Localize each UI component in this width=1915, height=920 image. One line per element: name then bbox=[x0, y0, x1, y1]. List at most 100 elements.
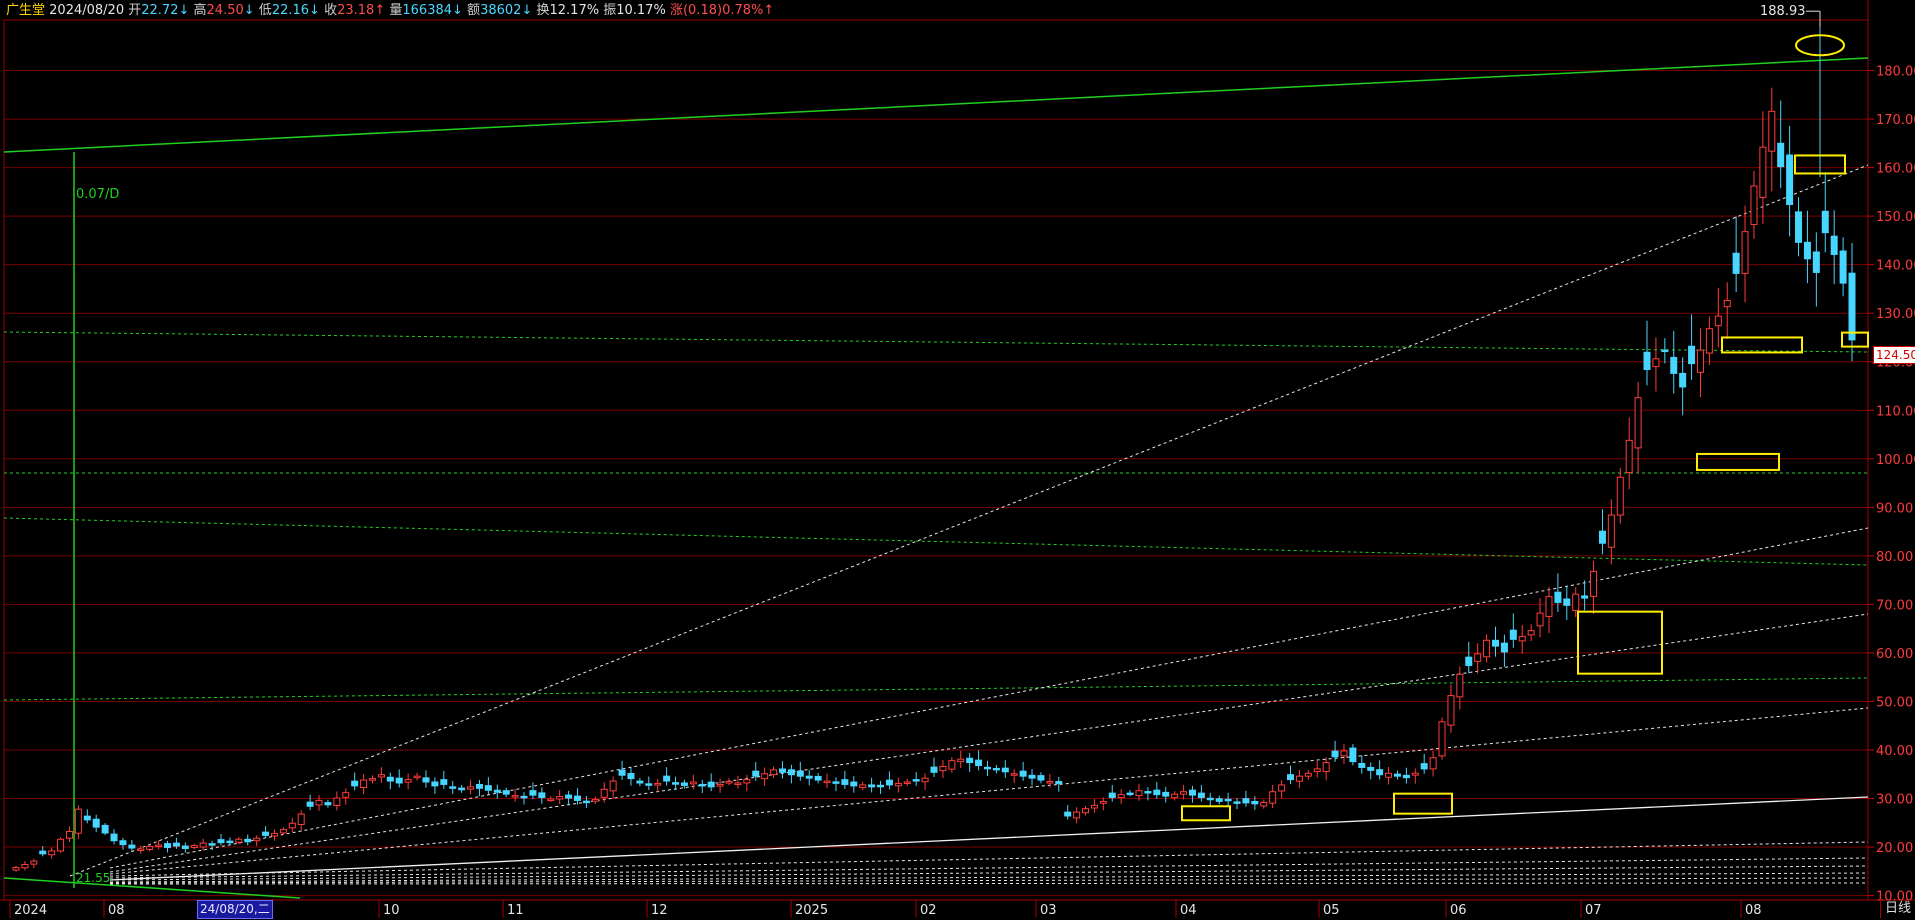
candle-body bbox=[1171, 793, 1179, 799]
y-tick-label: 150.00 bbox=[1876, 210, 1915, 225]
change-arrow: ↑ bbox=[763, 3, 775, 18]
candle-body bbox=[609, 780, 617, 792]
candle-body bbox=[868, 784, 876, 788]
candle-body bbox=[529, 790, 537, 796]
candle-body bbox=[957, 758, 965, 763]
amount-label: 额 bbox=[467, 3, 481, 18]
candle-body bbox=[1376, 769, 1384, 776]
candle-body bbox=[547, 798, 555, 801]
candle-body bbox=[422, 777, 430, 783]
candle-body bbox=[1830, 235, 1838, 255]
candle-body bbox=[1046, 781, 1054, 784]
candle-body bbox=[65, 831, 73, 839]
candle-body bbox=[698, 783, 706, 787]
candle-body bbox=[1233, 801, 1241, 804]
y-tick-label: 90.00 bbox=[1876, 501, 1913, 516]
x-tick-label: 05 bbox=[1323, 903, 1340, 918]
candle-body bbox=[930, 766, 938, 773]
candle-body bbox=[1269, 791, 1277, 804]
candle-body bbox=[369, 778, 377, 781]
period-selector[interactable]: 日线 bbox=[1880, 899, 1915, 918]
fan-line bbox=[109, 882, 1869, 885]
candle-body bbox=[903, 781, 911, 785]
fan-line bbox=[109, 527, 1869, 869]
candle-body bbox=[1215, 798, 1223, 802]
open-label: 开 bbox=[128, 3, 142, 18]
candle-body bbox=[618, 769, 626, 776]
candle-body bbox=[1322, 762, 1330, 773]
low-value: 22.16 bbox=[271, 3, 310, 18]
candle-body bbox=[30, 860, 38, 865]
rate-label: 0.07/D bbox=[76, 187, 119, 202]
green-trend-line bbox=[3, 57, 1869, 153]
y-tick-label: 30.00 bbox=[1876, 793, 1913, 808]
candle-body bbox=[1518, 635, 1526, 642]
high-label: 高 bbox=[193, 3, 207, 18]
candle-body bbox=[164, 843, 172, 849]
y-tick-label: 160.00 bbox=[1876, 162, 1915, 177]
open-arrow: ↓ bbox=[178, 3, 190, 18]
amount-value: 38602 bbox=[480, 3, 522, 18]
candle-body bbox=[600, 788, 608, 798]
fan-line bbox=[109, 872, 1869, 883]
candle-body bbox=[645, 783, 653, 786]
candle-body bbox=[1616, 476, 1624, 516]
support-line bbox=[3, 517, 1869, 566]
candle-body bbox=[190, 845, 198, 849]
candle-body bbox=[1019, 770, 1027, 777]
candle-body bbox=[1402, 774, 1410, 779]
candle-body bbox=[912, 779, 920, 782]
low-label: 低 bbox=[258, 3, 272, 18]
x-tick-label: 08 bbox=[108, 903, 125, 918]
candle-body bbox=[208, 843, 216, 846]
candle-body bbox=[1572, 593, 1580, 611]
candle-body bbox=[966, 757, 974, 764]
candle-body bbox=[707, 781, 715, 788]
quote-header: 广生堂 2024/08/20 开22.72↓ 高24.50↓ 低22.16↓ 收… bbox=[6, 2, 774, 20]
candle-body bbox=[823, 780, 831, 784]
change-value: (0.18) bbox=[682, 3, 723, 18]
y-tick-label: 20.00 bbox=[1876, 841, 1913, 856]
candle-body bbox=[12, 866, 20, 871]
x-tick-label: 12 bbox=[651, 903, 668, 918]
candle-body bbox=[992, 767, 1000, 771]
support-line bbox=[3, 677, 1869, 701]
candle-body bbox=[226, 840, 234, 844]
volume-value: 166384 bbox=[402, 3, 453, 18]
candle-body bbox=[119, 840, 127, 846]
candlestick-chart[interactable]: 10.0020.0030.0040.0050.0060.0070.0080.00… bbox=[0, 0, 1915, 920]
candle-body bbox=[1768, 110, 1776, 152]
candle-body bbox=[1197, 792, 1205, 799]
candle-body bbox=[1786, 154, 1794, 205]
candle-body bbox=[832, 781, 840, 784]
candle-body bbox=[1447, 695, 1455, 726]
candle-body bbox=[181, 845, 189, 849]
candle-body bbox=[1803, 241, 1811, 260]
close-arrow: ↑ bbox=[374, 3, 386, 18]
candle-body bbox=[983, 766, 991, 770]
volume-label: 量 bbox=[389, 3, 403, 18]
change-label: 涨 bbox=[669, 3, 683, 18]
candle-body bbox=[110, 833, 118, 842]
fan-line bbox=[109, 707, 1869, 875]
candle-body bbox=[663, 775, 671, 782]
candle-body bbox=[1037, 775, 1045, 781]
candle-body bbox=[1153, 789, 1161, 796]
candle-body bbox=[850, 781, 858, 787]
candle-body bbox=[1099, 800, 1107, 804]
candle-body bbox=[128, 844, 136, 849]
candle-body bbox=[636, 780, 644, 784]
x-tick-label: 03 bbox=[1040, 903, 1057, 918]
candle-body bbox=[672, 782, 680, 785]
candle-body bbox=[725, 781, 733, 784]
y-tick-label: 130.00 bbox=[1876, 307, 1915, 322]
candle-body bbox=[1251, 800, 1259, 805]
candle-body bbox=[1679, 372, 1687, 388]
close-label: 收 bbox=[324, 3, 338, 18]
high-arrow: ↓ bbox=[243, 3, 255, 18]
x-tick-label: 04 bbox=[1180, 903, 1197, 918]
candle-body bbox=[778, 768, 786, 773]
turnover-label: 换 bbox=[536, 3, 550, 18]
candle-body bbox=[1438, 721, 1446, 757]
y-tick-label: 180.00 bbox=[1876, 65, 1915, 80]
